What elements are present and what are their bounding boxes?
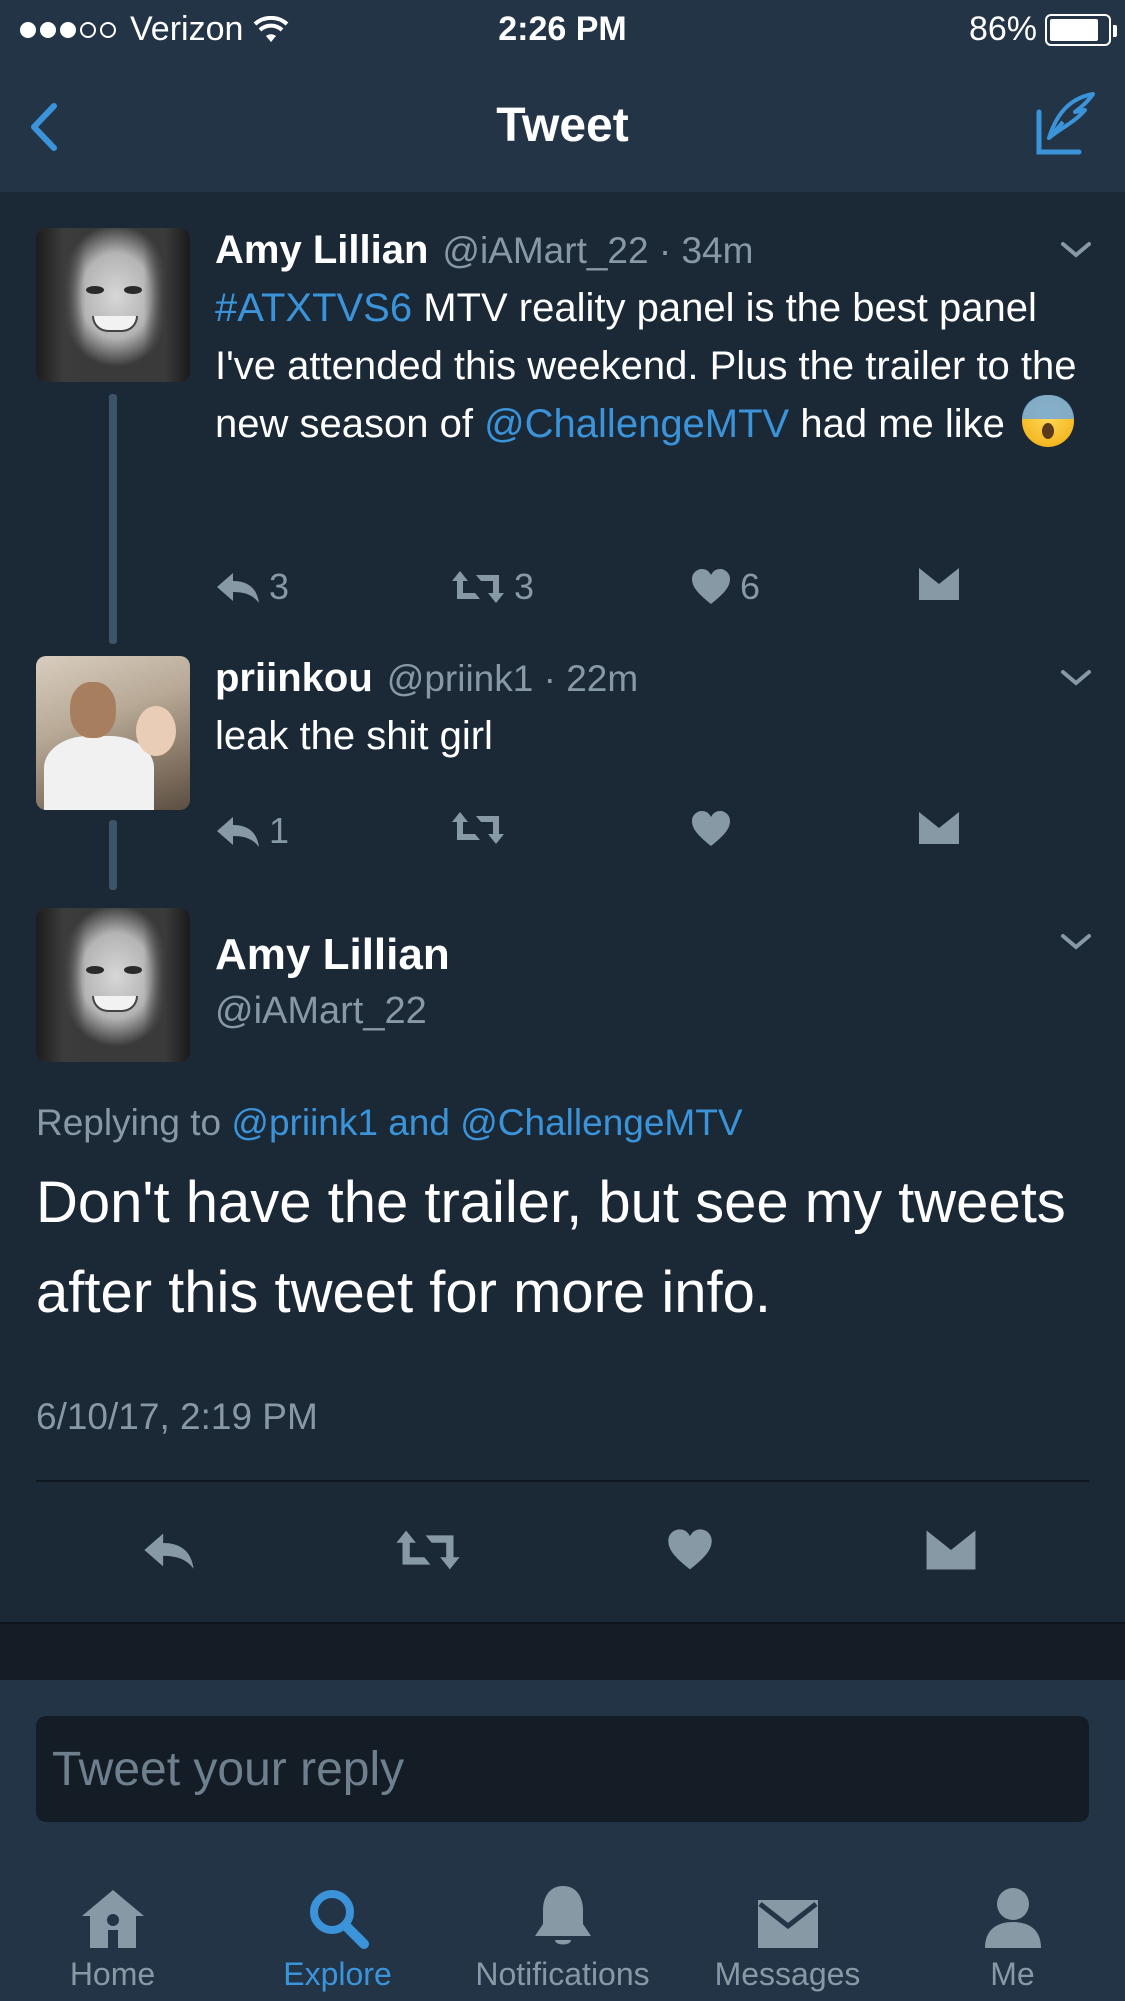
retweet-button[interactable]: 3 <box>450 566 534 608</box>
author-handle-time: @iAMart_22 · 34m <box>442 230 754 271</box>
thread-connector-line <box>109 394 117 644</box>
tweet-item[interactable]: priinkou @priink1 · 22m leak the shit gi… <box>0 656 1125 876</box>
replying-to: Replying to @priink1 and @ChallengeMTV <box>36 1102 743 1144</box>
tab-label: Me <box>990 1956 1035 1992</box>
compose-tweet-icon[interactable] <box>1031 88 1101 158</box>
reply-icon <box>217 817 259 847</box>
avatar[interactable] <box>36 228 190 382</box>
tweet-header: Amy Lillian @iAMart_22 · 34m <box>215 228 1095 273</box>
tab-home[interactable]: Home <box>0 1836 225 2001</box>
tweet-text: Don't have the trailer, but see my tweet… <box>36 1170 1066 1325</box>
retweet-count: 3 <box>514 566 535 607</box>
reply-count: 3 <box>269 566 290 607</box>
envelope-icon <box>919 568 959 600</box>
chevron-down-icon[interactable] <box>1059 930 1093 952</box>
tweet-actions: 3 3 6 <box>215 566 1015 616</box>
section-separator <box>0 1622 1125 1680</box>
author-name[interactable]: Amy Lillian <box>215 228 428 273</box>
tab-notifications[interactable]: Notifications <box>450 1836 675 2001</box>
tweet-actions: 1 <box>215 810 1015 860</box>
reply-icon[interactable] <box>142 1528 196 1572</box>
tab-bar: Home Explore Notifications Messages Me <box>0 1836 1125 2001</box>
chevron-down-icon[interactable] <box>1059 238 1093 260</box>
reply-bar <box>0 1680 1125 1836</box>
envelope-icon[interactable] <box>924 1528 978 1572</box>
screaming-face-emoji <box>1022 395 1075 447</box>
person-icon <box>984 1888 1041 1948</box>
tweet-item[interactable]: Amy Lillian @iAMart_22 · 34m #ATXTVS6 MT… <box>0 228 1125 678</box>
author-handle[interactable]: @iAMart_22 <box>215 990 427 1033</box>
tab-label: Messages <box>714 1956 861 1992</box>
tweet-body: priinkou @priink1 · 22m leak the shit gi… <box>215 656 1095 765</box>
retweet-icon <box>452 571 504 603</box>
mention-link[interactable]: @ChallengeMTV <box>484 402 789 446</box>
tweet-text: leak the shit girl <box>215 714 493 758</box>
like-count: 6 <box>740 566 761 607</box>
tweet-text-part: had me like <box>789 402 1017 446</box>
home-icon <box>81 1890 144 1948</box>
bell-icon <box>534 1886 591 1945</box>
chevron-down-icon[interactable] <box>1059 666 1093 688</box>
tab-label: Home <box>69 1956 156 1992</box>
reply-icon <box>217 573 259 603</box>
page-title: Tweet <box>496 99 629 152</box>
tweet-actions <box>0 1528 1125 1588</box>
replying-prefix: Replying to <box>36 1102 232 1143</box>
direct-message-button[interactable] <box>917 566 961 602</box>
heart-icon <box>692 811 730 846</box>
retweet-icon[interactable] <box>394 1528 462 1572</box>
retweet-icon <box>452 812 504 844</box>
direct-message-button[interactable] <box>917 810 961 846</box>
tweet-text: #ATXTVS6 MTV reality panel is the best p… <box>215 279 1095 453</box>
thread-connector-line <box>109 820 117 890</box>
divider <box>36 1480 1089 1482</box>
author-name[interactable]: Amy Lillian <box>215 930 450 980</box>
battery-percent: 86% <box>968 10 1037 48</box>
hashtag-link[interactable]: #ATXTVS6 <box>215 286 412 330</box>
navigation-bar: Tweet <box>0 62 1125 192</box>
tab-label: Explore <box>283 1956 392 1992</box>
reply-button[interactable]: 3 <box>215 566 289 608</box>
retweet-button[interactable] <box>450 810 506 846</box>
tab-me[interactable]: Me <box>900 1836 1125 2001</box>
avatar[interactable] <box>36 908 190 1062</box>
tweet-body: Amy Lillian @iAMart_22 · 34m #ATXTVS6 MT… <box>215 228 1095 453</box>
author-handle-time: @priink1 · 22m <box>386 658 639 699</box>
avatar[interactable] <box>36 656 190 810</box>
tweet-reply-input[interactable] <box>36 1716 1089 1822</box>
heart-icon[interactable] <box>666 1528 714 1572</box>
heart-icon <box>692 569 730 604</box>
tweet-thread: Amy Lillian @iAMart_22 · 34m #ATXTVS6 MT… <box>0 192 1125 1622</box>
like-button[interactable] <box>690 810 732 848</box>
status-time: 2:26 PM <box>498 10 627 48</box>
search-icon <box>309 1890 369 1949</box>
author-name[interactable]: priinkou <box>215 656 373 701</box>
replying-targets-link[interactable]: @priink1 and @ChallengeMTV <box>231 1102 742 1143</box>
status-bar: Verizon 2:26 PM 86% <box>0 0 1125 62</box>
like-button[interactable]: 6 <box>690 566 760 608</box>
reply-button[interactable]: 1 <box>215 810 289 852</box>
tweet-timestamp: 6/10/17, 2:19 PM <box>36 1396 318 1437</box>
reply-count: 1 <box>269 810 290 851</box>
envelope-icon <box>919 812 959 844</box>
tab-messages[interactable]: Messages <box>675 1836 900 2001</box>
tab-explore[interactable]: Explore <box>225 1836 450 2001</box>
tab-label: Notifications <box>475 1956 650 1992</box>
battery-icon <box>1045 13 1117 46</box>
status-right: 86% <box>968 10 1117 49</box>
tweet-header: priinkou @priink1 · 22m <box>215 656 1095 701</box>
envelope-icon <box>757 1900 818 1948</box>
